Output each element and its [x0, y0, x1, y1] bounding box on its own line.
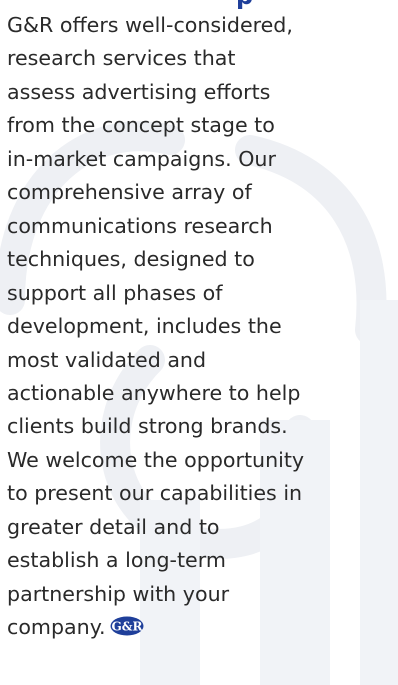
cut-off-heading: p — [236, 0, 253, 8]
paragraph-line: greater detail and to — [7, 514, 220, 539]
paragraph-line: establish a long-term — [7, 548, 226, 573]
paragraph-line: in-market campaigns. Our — [7, 146, 276, 171]
svg-text:G&R: G&R — [111, 620, 143, 634]
paragraph-line: We welcome the opportunity — [7, 447, 305, 472]
gr-logo-icon: G&R — [110, 616, 143, 636]
paragraph-line: comprehensive array of — [7, 180, 252, 205]
paragraph-line: to present our capabilities in — [7, 481, 303, 506]
paragraph-line: assess advertising efforts — [7, 79, 271, 104]
paragraph-line: from the concept stage to — [7, 113, 275, 138]
paragraph-line: most validated and — [7, 347, 207, 372]
paragraph-line: techniques, designed to — [7, 247, 255, 272]
paragraph-line: development, includes the — [7, 314, 282, 339]
paragraph-line: clients build strong brands. — [7, 414, 288, 439]
paragraph-last-text: company. — [7, 615, 106, 640]
body-paragraph: G&R offers well-considered, research ser… — [7, 9, 395, 645]
document-page: p G&R offers well-considered, research s… — [0, 0, 398, 685]
paragraph-line: partnership with your — [7, 581, 230, 606]
paragraph-line: G&R offers well-considered, — [7, 13, 293, 37]
paragraph-line: actionable anywhere to help — [7, 380, 301, 405]
paragraph-line: research services that — [7, 46, 236, 71]
paragraph-line: communications research — [7, 213, 273, 238]
paragraph-line: support all phases of — [7, 280, 223, 305]
paragraph-line-last: company. G&R — [7, 611, 395, 644]
